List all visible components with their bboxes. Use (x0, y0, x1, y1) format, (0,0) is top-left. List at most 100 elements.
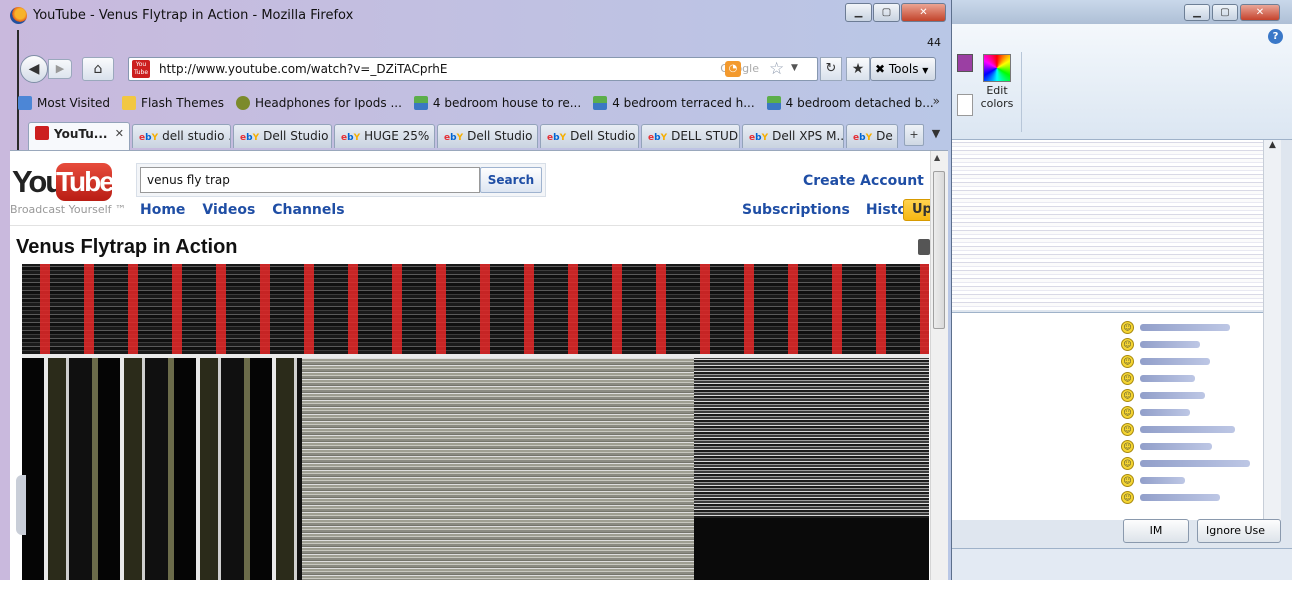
home-button[interactable]: ⌂ (82, 57, 114, 81)
contact-list: ☺ ☺ ☺ ☺ ☺ ☺ ☺ ☺ ☺ ☺ ☺ (1121, 319, 1261, 506)
list-item[interactable]: ☺ (1121, 455, 1261, 472)
contact-name (1140, 426, 1235, 433)
window-title: YouTube - Venus Flytrap in Action - Mozi… (33, 8, 354, 23)
youtube-logo[interactable]: You Tube (12, 163, 122, 203)
tab-ebay[interactable]: ebY De (846, 124, 898, 148)
tab-label: Dell Studio ... (263, 129, 331, 143)
ebay-favicon-icon: ebY (853, 133, 873, 143)
bookmark-house-to-rent[interactable]: 4 bedroom house to re... (413, 96, 581, 110)
bookmark-label: Flash Themes (141, 96, 224, 110)
smiley-icon: ☺ (1121, 474, 1134, 487)
side-panel-handle[interactable] (16, 475, 26, 535)
list-item[interactable]: ☺ (1121, 404, 1261, 421)
firefox-window: YouTube - Venus Flytrap in Action - Mozi… (0, 0, 952, 580)
video-player[interactable] (22, 264, 929, 580)
smiley-icon: ☺ (1121, 491, 1134, 504)
scroll-up-icon[interactable]: ▲ (1264, 140, 1281, 150)
bookmark-label: 4 bedroom detached b... (785, 96, 934, 110)
page-scrollbar[interactable]: ▲ (930, 151, 948, 580)
tab-ebay[interactable]: ebYDell Studio ... (437, 124, 538, 148)
rss-feed-icon[interactable]: ◔ (725, 61, 741, 77)
minimize-button[interactable]: ▁ (1184, 3, 1210, 21)
close-tab-icon[interactable]: ✕ (115, 123, 124, 145)
edit-colors-button[interactable]: Edit colors (977, 54, 1017, 110)
list-item[interactable]: ☺ (1121, 472, 1261, 489)
list-item[interactable]: ☺ (1121, 319, 1261, 336)
bookmarks-overflow-button[interactable]: » (933, 94, 940, 108)
color-swatch[interactable] (957, 94, 973, 116)
tools-icon: ✖ (875, 62, 886, 76)
house-icon (413, 96, 428, 110)
scroll-up-icon[interactable]: ▲ (934, 153, 940, 162)
list-item[interactable]: ☺ (1121, 387, 1261, 404)
contact-name (1140, 494, 1220, 501)
bookmark-detached-house[interactable]: 4 bedroom detached b... (766, 96, 934, 110)
tab-ebay[interactable]: ebYdell studio ... (132, 124, 231, 148)
tab-ebay[interactable]: ebY Dell XPS M... (742, 124, 844, 148)
minimize-button[interactable]: ▁ (845, 3, 872, 22)
list-item[interactable]: ☺ (1121, 370, 1261, 387)
address-bar[interactable]: You Tube http://www.youtube.com/watch?v=_… (128, 57, 818, 81)
help-icon[interactable]: ? (1268, 29, 1283, 44)
tools-menu-button[interactable]: ✖ Tools ▼ (870, 57, 936, 81)
close-button[interactable]: ✕ (901, 3, 946, 22)
tools-label: Tools (888, 62, 919, 76)
video-frame-corner (694, 518, 929, 580)
scrollbar-thumb[interactable] (933, 171, 945, 329)
bookmark-terraced-house[interactable]: 4 bedroom terraced h... (593, 96, 755, 110)
tab-strip: YouTu...✕ ebYdell studio ... ebYDell Stu… (28, 122, 950, 150)
reload-button[interactable]: ↻ (820, 57, 842, 81)
tab-ebay[interactable]: ebYHUGE 25% ... (334, 124, 435, 148)
bookmark-flash-themes[interactable]: Flash Themes (122, 96, 224, 110)
list-item[interactable]: ☺ (1121, 489, 1261, 506)
maximize-button[interactable]: ▢ (873, 3, 900, 22)
tab-ebay[interactable]: ebYDell Studio ... (540, 124, 639, 148)
maximize-button[interactable]: ▢ (1212, 3, 1238, 21)
smiley-icon: ☺ (1121, 321, 1134, 334)
new-tab-button[interactable]: + (904, 124, 924, 146)
nav-videos[interactable]: Videos (202, 202, 255, 218)
bookmark-star-icon[interactable]: ☆ (769, 59, 784, 79)
close-button[interactable]: ✕ (1240, 3, 1280, 21)
back-button[interactable]: ◀ (20, 55, 48, 83)
canvas-area[interactable] (951, 140, 1263, 310)
forward-button[interactable]: ▶ (48, 59, 72, 79)
headphones-icon (235, 96, 250, 110)
im-button[interactable]: IM (1123, 519, 1189, 543)
list-item[interactable]: ☺ (1121, 421, 1261, 438)
user-links: Subscriptions History (742, 202, 923, 218)
bookmark-most-visited[interactable]: Most Visited (18, 96, 110, 110)
tab-ebay[interactable]: ebYDELL STUD... (641, 124, 740, 148)
background-window[interactable]: ▁ ▢ ✕ ? Edit colors ▲ ☺ ☺ ☺ ☺ ☺ ☺ ☺ ☺ ☺ … (950, 0, 1292, 580)
create-account-link[interactable]: Create Account (803, 173, 924, 189)
ignore-user-button[interactable]: Ignore Use (1197, 519, 1281, 543)
search-input[interactable]: venus fly trap (140, 167, 480, 193)
list-item[interactable]: ☺ (1121, 438, 1261, 455)
smiley-icon: ☺ (1121, 338, 1134, 351)
tab-ebay[interactable]: ebYDell Studio ... (233, 124, 332, 148)
contact-name (1140, 460, 1250, 467)
subscriptions-link[interactable]: Subscriptions (742, 202, 850, 218)
slogan: Broadcast Yourself ™ (10, 203, 127, 216)
search-button[interactable]: Search (480, 167, 542, 193)
logo-tube: Tube (56, 163, 115, 201)
expand-icon[interactable] (918, 239, 930, 255)
nav-home[interactable]: Home (140, 202, 185, 218)
bookmark-headphones[interactable]: Headphones for Ipods ... (235, 96, 402, 110)
ebay-favicon-icon: ebY (139, 133, 159, 143)
list-item[interactable]: ☺ (1121, 336, 1261, 353)
chevron-down-icon[interactable]: ▼ (791, 63, 798, 73)
color-swatch[interactable] (957, 54, 973, 72)
bookmarks-button[interactable]: ★ (846, 57, 870, 81)
list-item[interactable]: ☺ (1121, 353, 1261, 370)
tab-list-chevron-down-icon[interactable]: ▼ (926, 124, 946, 146)
tab-youtube[interactable]: YouTu... ✕ (28, 122, 130, 150)
contact-name (1140, 341, 1200, 348)
contact-name (1140, 443, 1212, 450)
vertical-scrollbar[interactable]: ▲ (1263, 140, 1281, 520)
url-text[interactable]: http://www.youtube.com/watch?v=_DZiTACpr… (159, 62, 447, 76)
nav-channels[interactable]: Channels (272, 202, 344, 218)
contact-name (1140, 409, 1190, 416)
main-nav: Home Videos Channels (140, 202, 345, 218)
tab-label: dell studio ... (162, 129, 230, 143)
